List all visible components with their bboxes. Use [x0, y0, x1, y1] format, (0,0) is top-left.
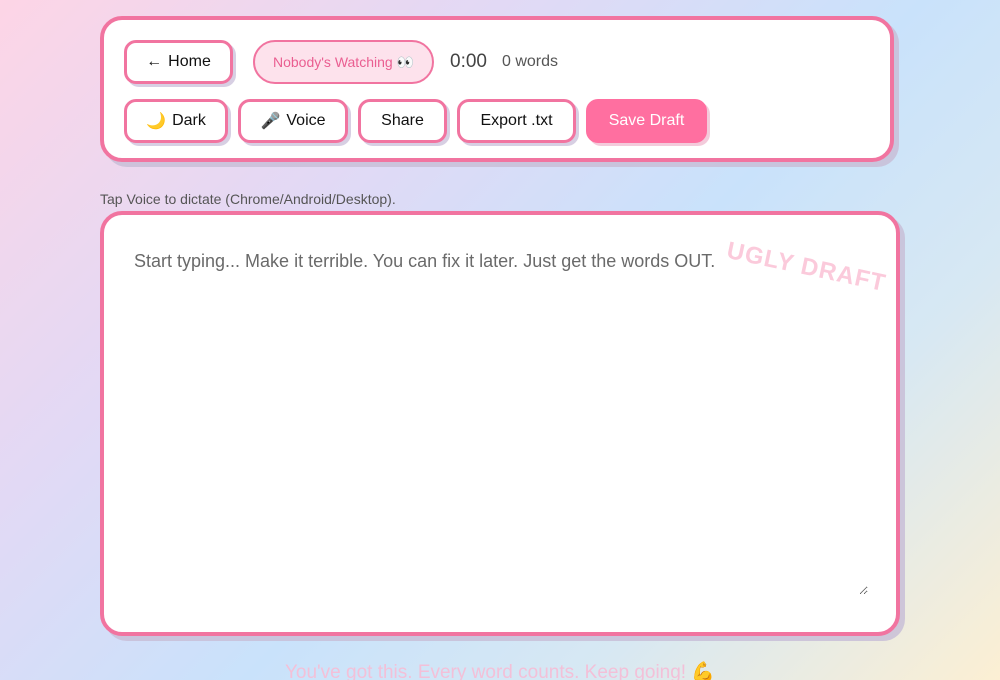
save-draft-button[interactable]: Save Draft [586, 99, 707, 143]
moon-icon: 🌙 [146, 113, 167, 130]
word-count: 0 words [501, 53, 559, 70]
editor-card: UGLY DRAFT [100, 211, 900, 636]
toolbar-row-top: ← Home Nobody's Watching 👀 0:00 0 words [124, 40, 558, 84]
dark-mode-button-label: Dark [172, 112, 206, 129]
toolbar-row-bottom: 🌙 Dark 🎤 Voice Share Export .txt Save Dr… [124, 99, 707, 143]
home-button[interactable]: ← Home [124, 40, 233, 84]
session-timer: 0:00 [450, 51, 487, 72]
voice-button-label: Voice [286, 112, 326, 129]
toolbar-card: ← Home Nobody's Watching 👀 0:00 0 words … [100, 16, 894, 162]
encouragement-text: You've got this. Every word counts. Keep… [284, 662, 716, 680]
home-button-label: Home [168, 53, 211, 70]
arrow-left-icon: ← [146, 53, 163, 70]
draft-textarea[interactable] [134, 249, 868, 595]
voice-hint: Tap Voice to dictate (Chrome/Android/Des… [100, 191, 396, 207]
microphone-icon: 🎤 [260, 113, 281, 130]
export-txt-button[interactable]: Export .txt [457, 99, 576, 143]
share-button[interactable]: Share [358, 99, 447, 143]
status-badge: Nobody's Watching 👀 [253, 40, 434, 84]
voice-button[interactable]: 🎤 Voice [238, 99, 348, 143]
dark-mode-button[interactable]: 🌙 Dark [124, 99, 228, 143]
